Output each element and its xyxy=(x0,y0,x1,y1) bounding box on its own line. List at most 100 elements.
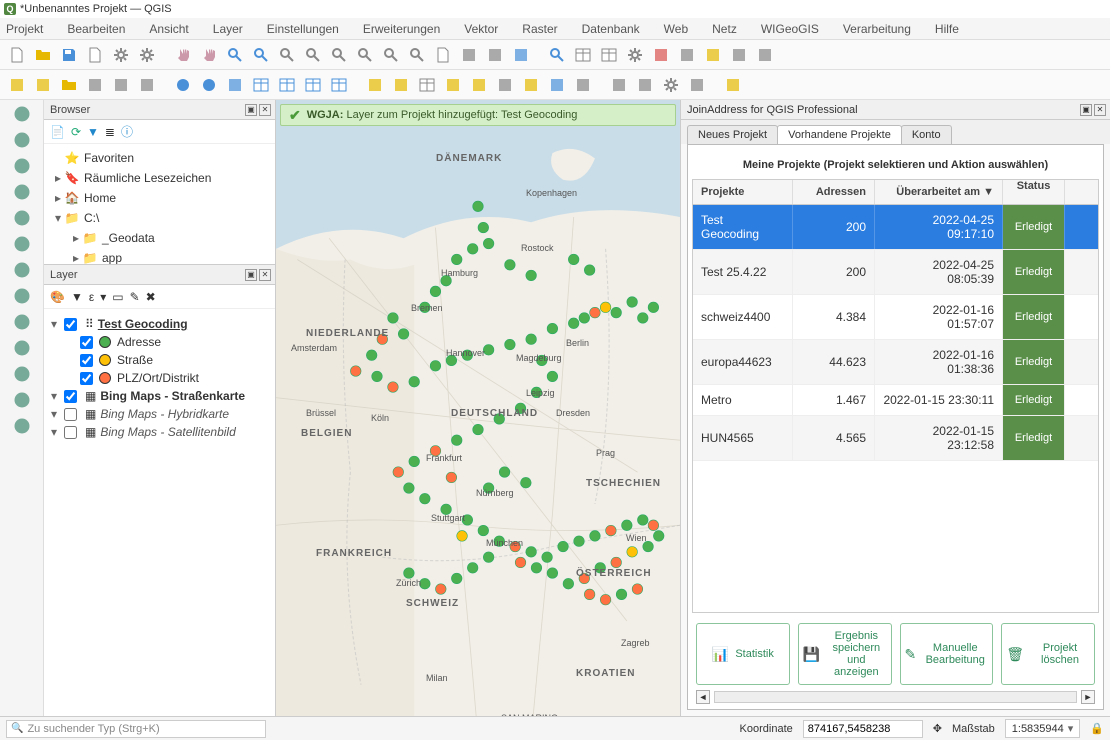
map-point[interactable] xyxy=(648,302,659,313)
map-point[interactable] xyxy=(558,541,569,552)
extents-icon[interactable]: ✥ xyxy=(933,722,942,735)
menu-bearbeiten[interactable]: Bearbeiten xyxy=(67,22,125,36)
map-point[interactable] xyxy=(398,329,409,340)
save-project-button[interactable] xyxy=(58,44,80,66)
plugin8-button[interactable] xyxy=(546,74,568,96)
map-point[interactable] xyxy=(526,334,537,345)
col-projects[interactable]: Projekte xyxy=(693,180,793,204)
map-point[interactable] xyxy=(494,414,505,425)
map-point[interactable] xyxy=(627,547,638,558)
tab-vorhandene-projekte[interactable]: Vorhandene Projekte xyxy=(777,125,902,144)
map-point[interactable] xyxy=(632,584,643,595)
bookmark-button[interactable] xyxy=(172,74,194,96)
map-point[interactable] xyxy=(505,259,516,270)
map-point[interactable] xyxy=(420,493,431,504)
left-oracle-button[interactable] xyxy=(12,286,32,306)
map-point[interactable] xyxy=(467,562,478,573)
grid4-button[interactable] xyxy=(328,74,350,96)
left-spatialite-button[interactable] xyxy=(12,208,32,228)
left-virtual-button[interactable] xyxy=(12,416,32,436)
map-point[interactable] xyxy=(446,355,457,366)
layer-visibility-checkbox[interactable] xyxy=(64,408,77,421)
sigma-button[interactable] xyxy=(650,44,672,66)
map-point[interactable] xyxy=(584,589,595,600)
map-point[interactable] xyxy=(404,483,415,494)
layer-visibility-checkbox[interactable] xyxy=(64,390,77,403)
table-row[interactable]: Metro1.4672022-01-15 23:30:11Erledigt xyxy=(693,385,1098,416)
map-point[interactable] xyxy=(637,515,648,526)
layer-visibility-checkbox[interactable] xyxy=(80,336,93,349)
plugin6-button[interactable] xyxy=(494,74,516,96)
browser-item[interactable]: ▾📁C:\ xyxy=(46,208,273,228)
browser-add-icon[interactable]: 📄 xyxy=(50,125,65,139)
scroll-track[interactable] xyxy=(714,691,1077,703)
locator-search[interactable]: Zu suchender Typ (Strg+K) xyxy=(6,720,266,738)
zoom-selection-button[interactable] xyxy=(302,44,324,66)
map-point[interactable] xyxy=(616,589,627,600)
map-point[interactable] xyxy=(531,562,542,573)
map-point[interactable] xyxy=(420,578,431,589)
map-point[interactable] xyxy=(483,483,494,494)
browser-item[interactable]: ▸📁_Geodata xyxy=(46,228,273,248)
menu-datenbank[interactable]: Datenbank xyxy=(582,22,640,36)
map-point[interactable] xyxy=(457,531,468,542)
plugin2-button[interactable] xyxy=(390,74,412,96)
browser-info-icon[interactable]: ⓘ xyxy=(121,123,133,140)
map-point[interactable] xyxy=(526,270,537,281)
map-point[interactable] xyxy=(366,350,377,361)
layer-visibility-checkbox[interactable] xyxy=(64,318,77,331)
left-mssql-button[interactable] xyxy=(12,260,32,280)
col-addresses[interactable]: Adressen xyxy=(793,180,875,204)
zoom-layer-button[interactable] xyxy=(328,44,350,66)
layer-expand-icon[interactable]: ▾ xyxy=(100,290,106,304)
layer-filter-icon[interactable]: ▼ xyxy=(71,290,83,304)
action-projekt[interactable]: 🗑Projekt löschen xyxy=(1001,623,1095,685)
field-calc-button[interactable] xyxy=(598,44,620,66)
map-point[interactable] xyxy=(595,562,606,573)
panel-close-icon[interactable]: ✕ xyxy=(1094,104,1106,116)
map-point[interactable] xyxy=(526,547,537,558)
layer-group[interactable]: ▾▦Bing Maps - Satellitenbild xyxy=(48,423,271,441)
left-raster-button[interactable] xyxy=(12,130,32,150)
coord-input[interactable] xyxy=(803,720,923,738)
layer-remove-icon[interactable]: ✖ xyxy=(146,290,156,304)
map-point[interactable] xyxy=(430,286,441,297)
map-point[interactable] xyxy=(579,573,590,584)
layer-expr-icon[interactable]: ε xyxy=(89,290,94,304)
move-feature-button[interactable] xyxy=(84,74,106,96)
map-point[interactable] xyxy=(568,318,579,329)
map-point[interactable] xyxy=(441,504,452,515)
layer-group[interactable]: ▾▦Bing Maps - Straßenkarte xyxy=(48,387,271,405)
zoom-out-button[interactable] xyxy=(250,44,272,66)
left-mesh-button[interactable] xyxy=(12,156,32,176)
layer-visibility-checkbox[interactable] xyxy=(80,372,93,385)
lock-icon[interactable]: 🔒 xyxy=(1090,722,1104,735)
left-postgis-button[interactable] xyxy=(12,234,32,254)
horizontal-scrollbar[interactable]: ◄ ► xyxy=(692,689,1099,705)
left-vector-button[interactable] xyxy=(12,104,32,124)
grid3-button[interactable] xyxy=(302,74,324,96)
map-point[interactable] xyxy=(653,531,664,542)
toolbox-button[interactable] xyxy=(624,44,646,66)
panel-dock-icon[interactable]: ▣ xyxy=(245,269,257,281)
browser-item[interactable]: ▸🔖Räumliche Lesezeichen xyxy=(46,168,273,188)
menu-hilfe[interactable]: Hilfe xyxy=(935,22,959,36)
zoom-last-button[interactable] xyxy=(380,44,402,66)
table-row[interactable]: schweiz44004.3842022-01-16 01:57:07Erled… xyxy=(693,295,1098,340)
table-row[interactable]: Test Geocoding2002022-04-25 09:17:10Erle… xyxy=(693,205,1098,250)
map-point[interactable] xyxy=(377,334,388,345)
zoom-in-button[interactable] xyxy=(224,44,246,66)
layer-group[interactable]: ▾▦Bing Maps - Hybridkarte xyxy=(48,405,271,423)
map-canvas[interactable]: ✔ WGJA: Layer zum Projekt hinzugefügt: T… xyxy=(276,100,680,716)
menu-erweiterungen[interactable]: Erweiterungen xyxy=(363,22,440,36)
measure-button[interactable] xyxy=(728,44,750,66)
map-point[interactable] xyxy=(483,345,494,356)
scroll-right-arrow[interactable]: ► xyxy=(1081,690,1095,704)
table-row[interactable]: HUN45654.5652022-01-15 23:12:58Erledigt xyxy=(693,416,1098,461)
map-point[interactable] xyxy=(462,350,473,361)
menu-ansicht[interactable]: Ansicht xyxy=(149,22,188,36)
grid1-button[interactable] xyxy=(250,74,272,96)
map-point[interactable] xyxy=(441,275,452,286)
layer-group[interactable]: ▾⠿Test Geocoding xyxy=(48,315,271,333)
map-point[interactable] xyxy=(563,578,574,589)
